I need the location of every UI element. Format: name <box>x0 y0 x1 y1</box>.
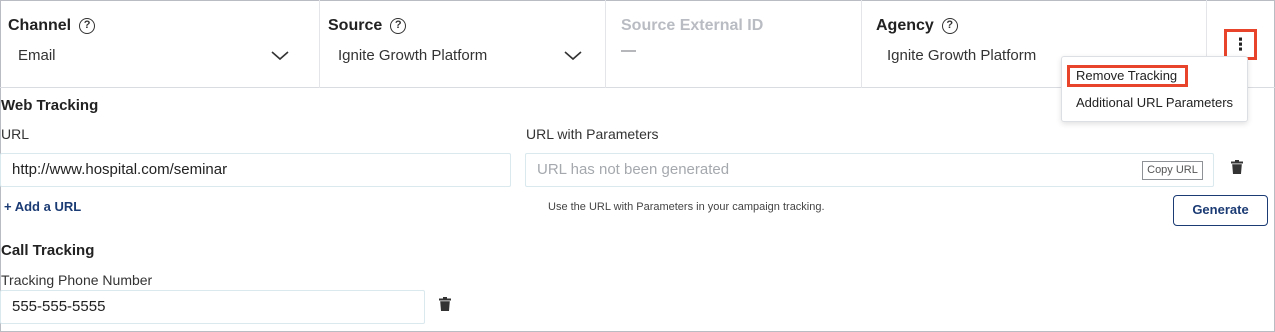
source-external-id-field: Source External ID — <box>606 0 862 88</box>
help-circle-icon[interactable]: ? <box>941 18 958 34</box>
chevron-down-icon[interactable] <box>564 48 582 62</box>
source-field[interactable]: Source ? Ignite Growth Platform <box>320 0 606 88</box>
trash-icon[interactable] <box>1231 160 1243 174</box>
help-circle-icon[interactable]: ? <box>390 18 407 34</box>
tracking-options-menu: Remove Tracking Additional URL Parameter… <box>1061 56 1248 122</box>
tracking-phone-number-input[interactable]: 555-555-5555 <box>0 290 425 324</box>
trash-icon[interactable] <box>439 297 451 311</box>
web-tracking-title: Web Tracking <box>1 97 99 114</box>
source-external-id-label: Source External ID <box>621 17 764 34</box>
help-circle-icon[interactable]: ? <box>79 18 96 34</box>
copy-url-button[interactable]: Copy URL <box>1142 161 1203 180</box>
url-with-parameters-label: URL with Parameters <box>526 126 659 142</box>
agency-label: Agency <box>876 17 934 34</box>
additional-url-parameters-menu-item[interactable]: Additional URL Parameters <box>1076 95 1233 110</box>
tracking-phone-number-label: Tracking Phone Number <box>1 272 153 288</box>
source-value: Ignite Growth Platform <box>338 47 488 64</box>
remove-tracking-menu-item[interactable]: Remove Tracking <box>1067 65 1188 87</box>
call-tracking-title: Call Tracking <box>1 242 95 259</box>
generate-button[interactable]: Generate <box>1173 195 1268 226</box>
agency-value: Ignite Growth Platform <box>887 47 1037 64</box>
source-label: Source <box>328 17 383 34</box>
url-parameters-hint: Use the URL with Parameters in your camp… <box>548 201 825 213</box>
url-input[interactable]: http://www.hospital.com/seminar <box>0 153 511 187</box>
channel-field[interactable]: Channel ? Email <box>0 0 320 88</box>
add-url-link[interactable]: + Add a URL <box>4 199 81 214</box>
chevron-down-icon[interactable] <box>271 48 289 62</box>
url-label: URL <box>1 126 30 142</box>
channel-label: Channel <box>8 17 72 34</box>
source-external-id-value: — <box>621 42 636 59</box>
url-with-parameters-input[interactable]: URL has not been generated <box>525 153 1214 187</box>
channel-value: Email <box>18 47 56 64</box>
